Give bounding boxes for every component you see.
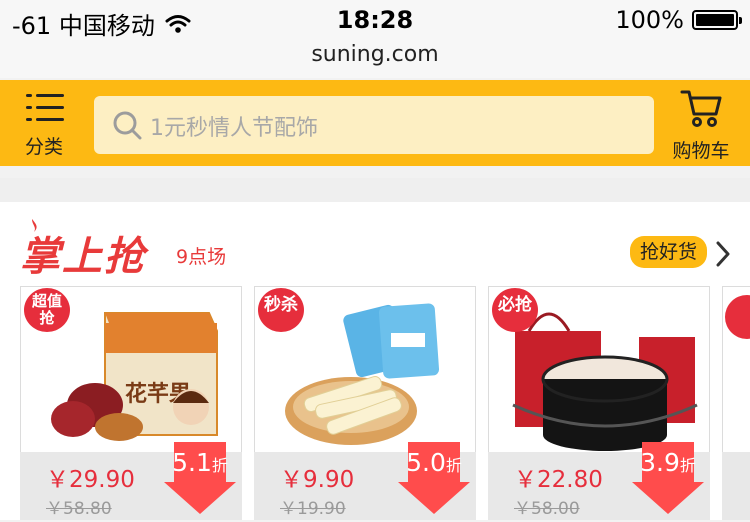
- divider: [0, 178, 750, 202]
- category-label: 分类: [24, 136, 63, 158]
- original-price: ￥58.00: [514, 499, 580, 519]
- product-badge: 秒杀: [258, 288, 304, 332]
- cart-icon: [680, 90, 722, 127]
- product-badge: 超值抢: [24, 288, 70, 332]
- discount-tag: 5.1折: [164, 442, 236, 522]
- sale-price: ￥22.80: [514, 467, 603, 493]
- price-area: ￥29.90 ￥58.80 5.1折: [20, 442, 242, 520]
- flash-sale-section: 掌上抢 9点场 抢好货 花芊果 超值抢 ￥29.90 ￥58.80 5.1折 秒…: [0, 202, 750, 520]
- discount-unit: 折: [445, 456, 462, 475]
- status-bar: -61 中国移动 18:28 100%: [0, 0, 750, 40]
- product-card[interactable]: 花芊果 超值抢 ￥29.90 ￥58.80 5.1折: [20, 286, 242, 520]
- top-header: 分类 1元秒情人节配饰 购物车: [0, 80, 750, 166]
- discount-unit: 折: [679, 456, 696, 475]
- sale-price: ￥9.90: [280, 467, 355, 493]
- category-button[interactable]: 分类: [22, 90, 70, 160]
- product-image[interactable]: [722, 286, 750, 454]
- price-area: [722, 452, 750, 520]
- search-input[interactable]: 1元秒情人节配饰: [94, 96, 654, 154]
- discount-tag: 3.9折: [632, 442, 704, 522]
- discount-value: 3.9: [640, 448, 680, 477]
- address-bar[interactable]: suning.com: [0, 40, 750, 78]
- url-text: suning.com: [311, 42, 439, 67]
- battery-percent: 100%: [615, 6, 684, 34]
- menu-icon: [26, 90, 66, 126]
- battery-icon: [692, 10, 742, 30]
- sale-price: ￥29.90: [46, 467, 135, 493]
- product-card-partial[interactable]: [722, 286, 750, 520]
- product-card[interactable]: 秒杀 ￥9.90 ￥19.90 5.0折: [254, 286, 476, 520]
- discount-value: 5.0: [406, 448, 446, 477]
- good-deals-button[interactable]: 抢好货: [630, 236, 708, 268]
- price-area: ￥9.90 ￥19.90 5.0折: [254, 442, 476, 520]
- discount-tag: 5.0折: [398, 442, 470, 522]
- section-title: 掌上抢: [20, 234, 146, 280]
- chevron-right-icon[interactable]: [712, 240, 734, 268]
- original-price: ￥19.90: [280, 499, 346, 519]
- product-thumbnail: [725, 295, 750, 339]
- cart-button[interactable]: 购物车: [668, 88, 734, 162]
- discount-unit: 折: [211, 456, 228, 475]
- price-area: ￥22.80 ￥58.00 3.9折: [488, 442, 710, 520]
- search-icon: [113, 111, 142, 140]
- original-price: ￥58.80: [46, 499, 112, 519]
- product-card[interactable]: 必抢 ￥22.80 ￥58.00 3.9折: [488, 286, 710, 520]
- status-right: 100%: [615, 6, 742, 34]
- cart-label: 购物车: [672, 140, 730, 162]
- discount-value: 5.1: [172, 448, 212, 477]
- search-placeholder: 1元秒情人节配饰: [150, 116, 318, 141]
- session-label: 9点场: [176, 246, 227, 268]
- product-badge: 必抢: [492, 288, 538, 332]
